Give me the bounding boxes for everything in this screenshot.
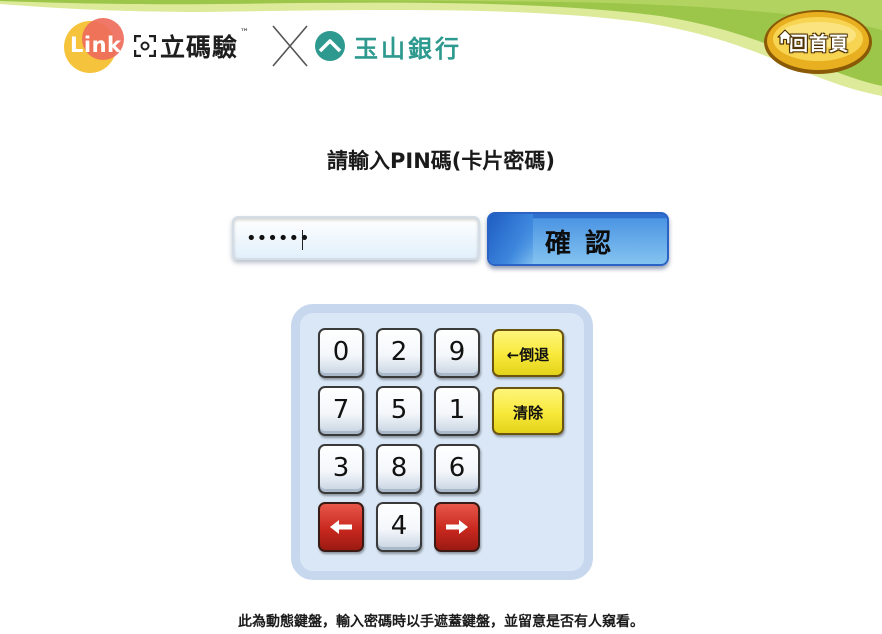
key-digit-label: 8 xyxy=(390,453,408,483)
link-logo: Link xyxy=(64,18,124,74)
pin-masked-value: •••••• xyxy=(246,228,310,249)
home-icon xyxy=(777,29,793,45)
pin-input[interactable]: •••••• xyxy=(232,216,480,260)
key-digit[interactable]: 0 xyxy=(318,328,364,378)
dynamic-keypad: 0 2 9 ←倒退 7 5 1 清除 3 8 6 4 xyxy=(291,304,593,580)
key-digit-label: 7 xyxy=(332,395,350,425)
scan-frame-icon xyxy=(134,35,156,57)
text-caret xyxy=(302,230,303,250)
pin-prompt: 請輸入PIN碼(卡片密碼) xyxy=(327,149,555,173)
scan-brand-text: 立碼驗 xyxy=(160,33,239,62)
key-digit[interactable]: 7 xyxy=(318,386,364,436)
brand-logos: Link 立碼驗 ™ 玉山銀行 xyxy=(64,16,462,76)
cross-separator-icon xyxy=(272,25,308,67)
backspace-button[interactable]: ←倒退 xyxy=(492,329,564,377)
bank-name: 玉山銀行 xyxy=(354,34,463,63)
key-digit[interactable]: 9 xyxy=(434,328,480,378)
key-digit-label: 5 xyxy=(390,395,408,425)
backspace-label: ←倒退 xyxy=(506,346,550,364)
key-digit[interactable]: 2 xyxy=(376,328,422,378)
key-digit-label: 4 xyxy=(390,511,408,541)
confirm-button[interactable]: 確認 xyxy=(487,212,669,266)
key-digit-label: 6 xyxy=(448,453,466,483)
key-digit-label: 2 xyxy=(390,337,408,367)
key-digit[interactable]: 8 xyxy=(376,444,422,494)
key-digit[interactable]: 4 xyxy=(376,502,422,552)
clear-label: 清除 xyxy=(512,404,543,422)
confirm-button-label: 確認 xyxy=(544,229,625,259)
trademark-mark: ™ xyxy=(240,28,251,38)
home-button-label: 回首頁 xyxy=(788,32,849,55)
home-button[interactable]: 回首頁 xyxy=(762,8,874,76)
security-notice: 此為動態鍵盤，輸入密碼時以手遮蓋鍵盤，並留意是否有人窺看。 xyxy=(238,614,644,630)
link-logo-text: Link xyxy=(70,33,122,57)
scan-brand-name: 立碼驗 ™ xyxy=(160,28,249,64)
arrow-left-icon xyxy=(330,520,352,534)
key-digit[interactable]: 1 xyxy=(434,386,480,436)
key-digit[interactable]: 6 xyxy=(434,444,480,494)
arrow-right-icon xyxy=(446,520,468,534)
arrow-right-button[interactable] xyxy=(434,502,480,552)
key-digit-label: 9 xyxy=(448,337,466,367)
key-digit-label: 0 xyxy=(332,337,350,367)
arrow-left-button[interactable] xyxy=(318,502,364,552)
bank-logo-icon xyxy=(315,31,346,61)
key-digit[interactable]: 3 xyxy=(318,444,364,494)
clear-button[interactable]: 清除 xyxy=(492,387,564,435)
key-digit-label: 3 xyxy=(332,453,350,483)
key-digit-label: 1 xyxy=(448,395,466,425)
key-digit[interactable]: 5 xyxy=(376,386,422,436)
